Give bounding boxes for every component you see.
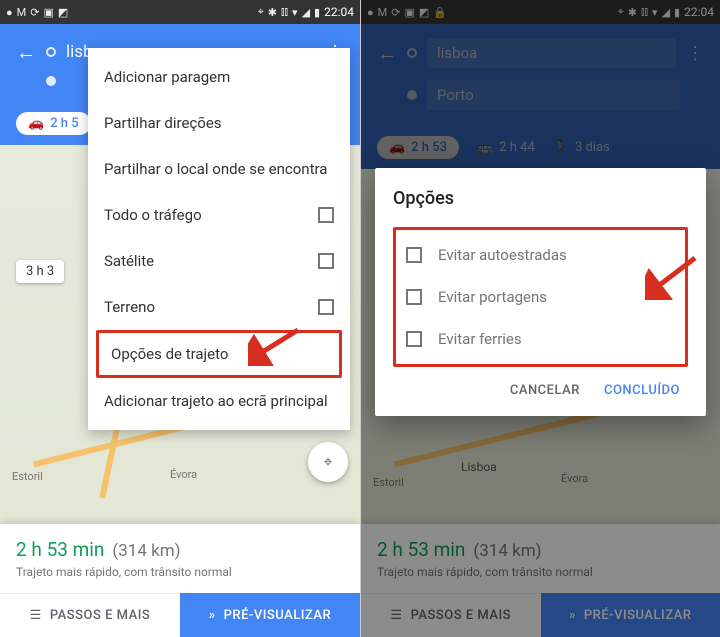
chevrons-icon: » xyxy=(209,608,216,623)
menu-add-home[interactable]: Adicionar trajeto ao ecrã principal xyxy=(88,378,350,424)
checkbox-icon[interactable] xyxy=(406,247,422,263)
origin-marker-icon xyxy=(46,47,56,57)
sheet-duration: 2 h 53 min xyxy=(16,538,104,561)
preview-button[interactable]: » PRÉ-VISUALIZAR xyxy=(180,593,360,637)
checkbox-icon[interactable] xyxy=(318,207,334,223)
app-icon: ◩ xyxy=(58,6,68,19)
spotify-icon: ● xyxy=(6,6,13,19)
menu-share-directions[interactable]: Partilhar direções xyxy=(88,100,350,146)
wifi-icon: ▾ xyxy=(292,6,298,19)
gmail-icon: M xyxy=(17,6,27,19)
annotation-arrow xyxy=(645,254,699,300)
status-bar: ● M ⟳ ▣ ◩ ⌖ ✱ ⫾⫾ ▾ ◢ ▮ 22:04 xyxy=(0,0,360,24)
cancel-button[interactable]: CANCELAR xyxy=(510,383,580,398)
steps-button[interactable]: ☰ PASSOS E MAIS xyxy=(0,593,180,637)
map-label: Estoril xyxy=(12,470,43,483)
bluetooth-icon: ✱ xyxy=(268,6,277,19)
screenshot-left: Estoril Évora ● M ⟳ ▣ ◩ ⌖ ✱ ⫾⫾ ▾ ◢ ▮ 22:… xyxy=(0,0,360,637)
option-avoid-ferries[interactable]: Evitar ferries xyxy=(400,318,681,360)
photo-icon: ▣ xyxy=(43,6,53,19)
menu-share-location[interactable]: Partilhar o local onde se encontra xyxy=(88,146,350,192)
option-avoid-highways[interactable]: Evitar autoestradas xyxy=(400,234,681,276)
dialog-title: Opções xyxy=(393,188,688,209)
sheet-distance: (314 km) xyxy=(112,541,180,561)
location-icon: ⌖ xyxy=(258,5,264,19)
sync-icon: ⟳ xyxy=(30,6,39,19)
menu-add-stop[interactable]: Adicionar paragem xyxy=(88,54,350,100)
option-avoid-tolls[interactable]: Evitar portagens xyxy=(400,276,681,318)
destination-marker-icon xyxy=(46,76,56,86)
clock: 22:04 xyxy=(324,5,354,19)
my-location-button[interactable]: ⌖ xyxy=(308,442,348,482)
mode-drive-label: 2 h 5 xyxy=(50,116,78,131)
vibrate-icon: ⫾⫾ xyxy=(281,5,288,19)
back-icon[interactable]: ← xyxy=(16,40,36,65)
menu-terrain[interactable]: Terreno xyxy=(88,284,350,330)
checkbox-icon[interactable] xyxy=(318,299,334,315)
signal-icon: ◢ xyxy=(302,6,310,19)
battery-icon: ▮ xyxy=(314,6,320,19)
checkbox-icon[interactable] xyxy=(318,253,334,269)
route-sheet[interactable]: 2 h 53 min (314 km) Trajeto mais rápido,… xyxy=(0,524,360,637)
screenshot-right: Estoril Lisboa Évora Braga ● M ⟳ ▣ ◩ 🔒 ⌖… xyxy=(360,0,720,637)
options-group: Evitar autoestradas Evitar portagens Evi… xyxy=(393,227,688,367)
menu-route-options[interactable]: Opções de trajeto xyxy=(99,333,339,375)
mode-drive[interactable]: 🚗 2 h 5 xyxy=(16,112,91,135)
alt-route-chip[interactable]: 3 h 3 xyxy=(16,260,64,283)
done-button[interactable]: CONCLUÍDO xyxy=(604,383,680,398)
map-label: Évora xyxy=(170,468,197,481)
car-icon: 🚗 xyxy=(28,116,44,131)
overflow-menu: Adicionar paragem Partilhar direções Par… xyxy=(88,48,350,430)
menu-all-traffic[interactable]: Todo o tráfego xyxy=(88,192,350,238)
target-icon: ⌖ xyxy=(323,452,332,472)
checkbox-icon[interactable] xyxy=(406,331,422,347)
checkbox-icon[interactable] xyxy=(406,289,422,305)
list-icon: ☰ xyxy=(30,608,42,623)
annotation-arrow xyxy=(248,326,302,366)
menu-satellite[interactable]: Satélite xyxy=(88,238,350,284)
sheet-subtitle: Trajeto mais rápido, com trânsito normal xyxy=(16,565,344,579)
